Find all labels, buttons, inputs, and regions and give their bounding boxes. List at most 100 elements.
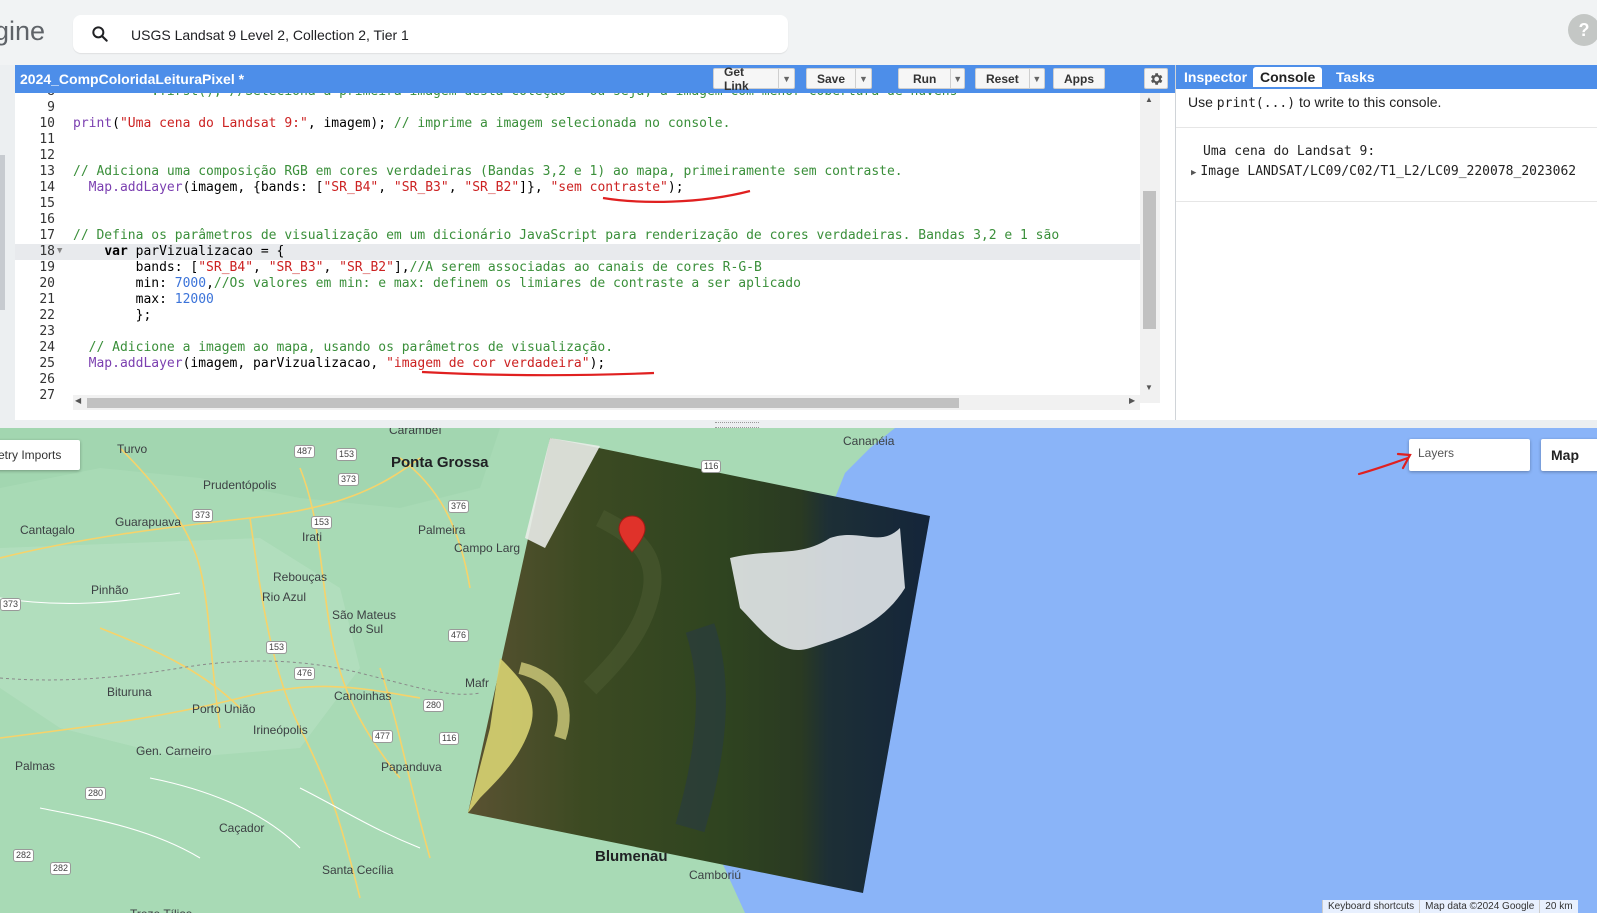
map-type-button[interactable]: Map [1541,439,1597,471]
fold-toggle-icon[interactable]: ▼ [57,246,62,256]
road-shield: 282 [13,849,35,862]
console-object-text: Image LANDSAT/LC09/C02/T1_L2/LC09_220078… [1200,164,1577,179]
get-link-button[interactable]: Get Link ▼ [713,65,795,93]
expand-triangle-icon[interactable]: ▶ [1191,168,1196,178]
code-line[interactable]: 22 }; [15,308,1160,324]
line-number: 15 [39,196,55,211]
code-line[interactable]: 19 bands: ["SR_B4", "SR_B3", "SR_B2"],//… [15,260,1160,276]
city-label: Irati [302,530,323,544]
city-label: São Mateus [332,608,397,622]
run-button[interactable]: Run ▼ [898,68,965,89]
code-line[interactable]: 11 [15,132,1160,148]
map-view[interactable]: Ponta Grossa Carambeí Cananéia Turvo Prudent… [0,428,1597,913]
code-editor-panel: 2024_CompColoridaLeituraPixel * Get Link… [15,65,1176,420]
console-output-object[interactable]: ▶ Image LANDSAT/LC09/C02/T1_L2/LC09_22007… [1191,164,1576,179]
code-line[interactable]: 21 max: 12000 [15,292,1160,308]
city-label: Gen. Carneiro [136,744,212,758]
right-panel: Inspector Console Tasks Use print(...) t… [1175,65,1597,420]
map-splitter[interactable] [0,420,1597,428]
layers-button[interactable]: Layers [1409,439,1530,471]
search-icon [92,26,108,42]
scroll-right-icon[interactable]: ▶ [1129,396,1135,405]
road-shield: 476 [448,629,470,642]
code-text: print("Uma cena do Landsat 9:", imagem);… [73,116,731,131]
line-number: 11 [39,132,55,147]
code-line[interactable]: 25 Map.addLayer(imagem, parVizualizacao,… [15,356,1160,372]
divider [1176,201,1597,202]
line-number: 16 [39,212,55,227]
apps-button[interactable]: Apps [1053,68,1105,89]
scripts-panel-scrollbar[interactable] [0,155,5,310]
search-box[interactable] [73,15,788,53]
city-label: Cantagalo [20,523,75,537]
top-bar: gine ? [0,0,1597,65]
road-shield: 373 [0,598,22,611]
editor-vertical-scrollbar[interactable]: ▲ ▼ [1140,93,1160,403]
city-label: Pinhão [91,583,129,597]
line-number: 23 [39,324,55,339]
map-canvas[interactable] [0,428,1597,913]
city-label: Papanduva [381,760,442,774]
chevron-down-icon[interactable]: ▼ [1028,69,1044,88]
scripts-panel-edge[interactable] [0,65,16,420]
right-panel-tabs: Inspector Console Tasks [1176,65,1597,89]
app-logo[interactable]: gine [0,16,45,47]
code-line[interactable]: 12 [15,148,1160,164]
keyboard-shortcuts-link[interactable]: Keyboard shortcuts [1322,900,1420,913]
gear-icon [1151,72,1163,85]
line-number: 24 [39,340,55,355]
city-label: Irineópolis [253,723,308,737]
code-line[interactable]: 13 // Adiciona uma composição RGB em core… [15,164,1160,180]
scroll-thumb[interactable] [1143,191,1156,329]
settings-button[interactable] [1144,68,1168,89]
code-line[interactable]: 18 ▼ var parVizualizacao = { [15,244,1160,260]
code-line[interactable]: 20 min: 7000,//Os valores em min: e max:… [15,276,1160,292]
city-label: Cananéia [843,434,895,448]
search-input[interactable] [129,23,773,47]
save-button[interactable]: Save ▼ [806,68,872,89]
road-shield: 153 [266,641,288,654]
code-line[interactable]: 24 // Adicione a imagem ao mapa, usando … [15,340,1160,356]
city-label: Mafr [465,676,489,690]
code-line[interactable]: 8 .first(); //Seleciona a primeira image… [15,93,1160,100]
chevron-down-icon[interactable]: ▼ [855,69,871,88]
scroll-up-icon[interactable]: ▲ [1145,95,1153,104]
help-icon[interactable]: ? [1568,14,1597,46]
code-line[interactable]: 9 [15,100,1160,116]
code-line[interactable]: 15 [15,196,1160,212]
line-number: 9 [47,100,55,115]
code-area[interactable]: 8 .first(); //Seleciona a primeira image… [15,93,1160,403]
console-hint-prefix: Use [1188,94,1217,110]
reset-button[interactable]: Reset ▼ [975,68,1045,89]
run-label: Run [913,71,937,86]
city-label: Campo Larg [454,541,521,555]
line-number: 12 [39,148,55,163]
tab-inspector[interactable]: Inspector [1177,67,1254,87]
apps-label: Apps [1064,71,1094,86]
editor-horizontal-scrollbar[interactable]: ◀ ▶ [73,395,1140,410]
tab-console[interactable]: Console [1253,67,1323,87]
scroll-down-icon[interactable]: ▼ [1145,383,1153,392]
city-label: Palmas [15,759,56,773]
tab-tasks[interactable]: Tasks [1329,67,1382,87]
geometry-imports-button[interactable]: etry Imports [0,440,80,470]
city-label: Caçador [219,821,265,835]
code-line[interactable]: 17 // Defina os parâmetros de visualizaçã… [15,228,1160,244]
console-hint: Use print(...) to write to this console. [1188,94,1441,111]
code-text: min: 7000,//Os valores em min: e max: de… [73,276,801,291]
line-number: 20 [39,276,55,291]
code-line[interactable]: 23 [15,324,1160,340]
code-line[interactable]: 16 [15,212,1160,228]
chevron-down-icon[interactable]: ▼ [778,69,794,88]
scroll-thumb[interactable] [87,398,959,408]
road-shield: 116 [701,460,722,473]
console-hint-code: print(...) [1216,96,1296,111]
code-line[interactable]: 10 print("Uma cena do Landsat 9:", imagem… [15,116,1160,132]
script-name: 2024_CompColoridaLeituraPixel * [20,71,245,87]
city-label: Santa Cecília [322,863,394,877]
code-line[interactable]: 14 Map.addLayer(imagem, {bands: ["SR_B4"… [15,180,1160,196]
line-number: 8 [15,93,55,99]
code-line[interactable]: 26 [15,372,1160,388]
scroll-left-icon[interactable]: ◀ [75,396,81,405]
chevron-down-icon[interactable]: ▼ [950,69,964,88]
